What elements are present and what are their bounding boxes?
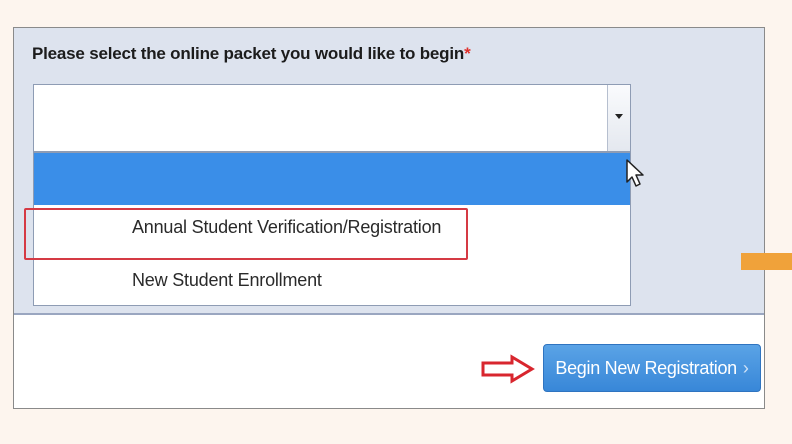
registration-panel: Please select the online packet you woul… — [13, 27, 765, 409]
packet-select[interactable] — [33, 84, 631, 152]
packet-select-section: Please select the online packet you woul… — [14, 28, 764, 315]
orange-marker — [741, 253, 792, 270]
dropdown-option-blank-highlighted[interactable] — [34, 153, 630, 205]
prompt-text: Please select the online packet you woul… — [32, 44, 465, 63]
begin-new-registration-button[interactable]: Begin New Registration › — [543, 344, 761, 392]
packet-prompt-label: Please select the online packet you woul… — [32, 44, 471, 64]
mouse-pointer-icon — [626, 159, 644, 187]
begin-button-label: Begin New Registration — [555, 357, 737, 378]
red-arrow-icon — [481, 354, 535, 384]
dropdown-option-new-enrollment[interactable]: New Student Enrollment — [132, 270, 322, 291]
required-marker: * — [464, 44, 471, 63]
chevron-down-icon — [615, 114, 623, 119]
select-dropdown-button[interactable] — [607, 85, 630, 151]
annual-option-callout-box — [24, 208, 468, 260]
chevron-right-icon: › — [742, 357, 749, 378]
